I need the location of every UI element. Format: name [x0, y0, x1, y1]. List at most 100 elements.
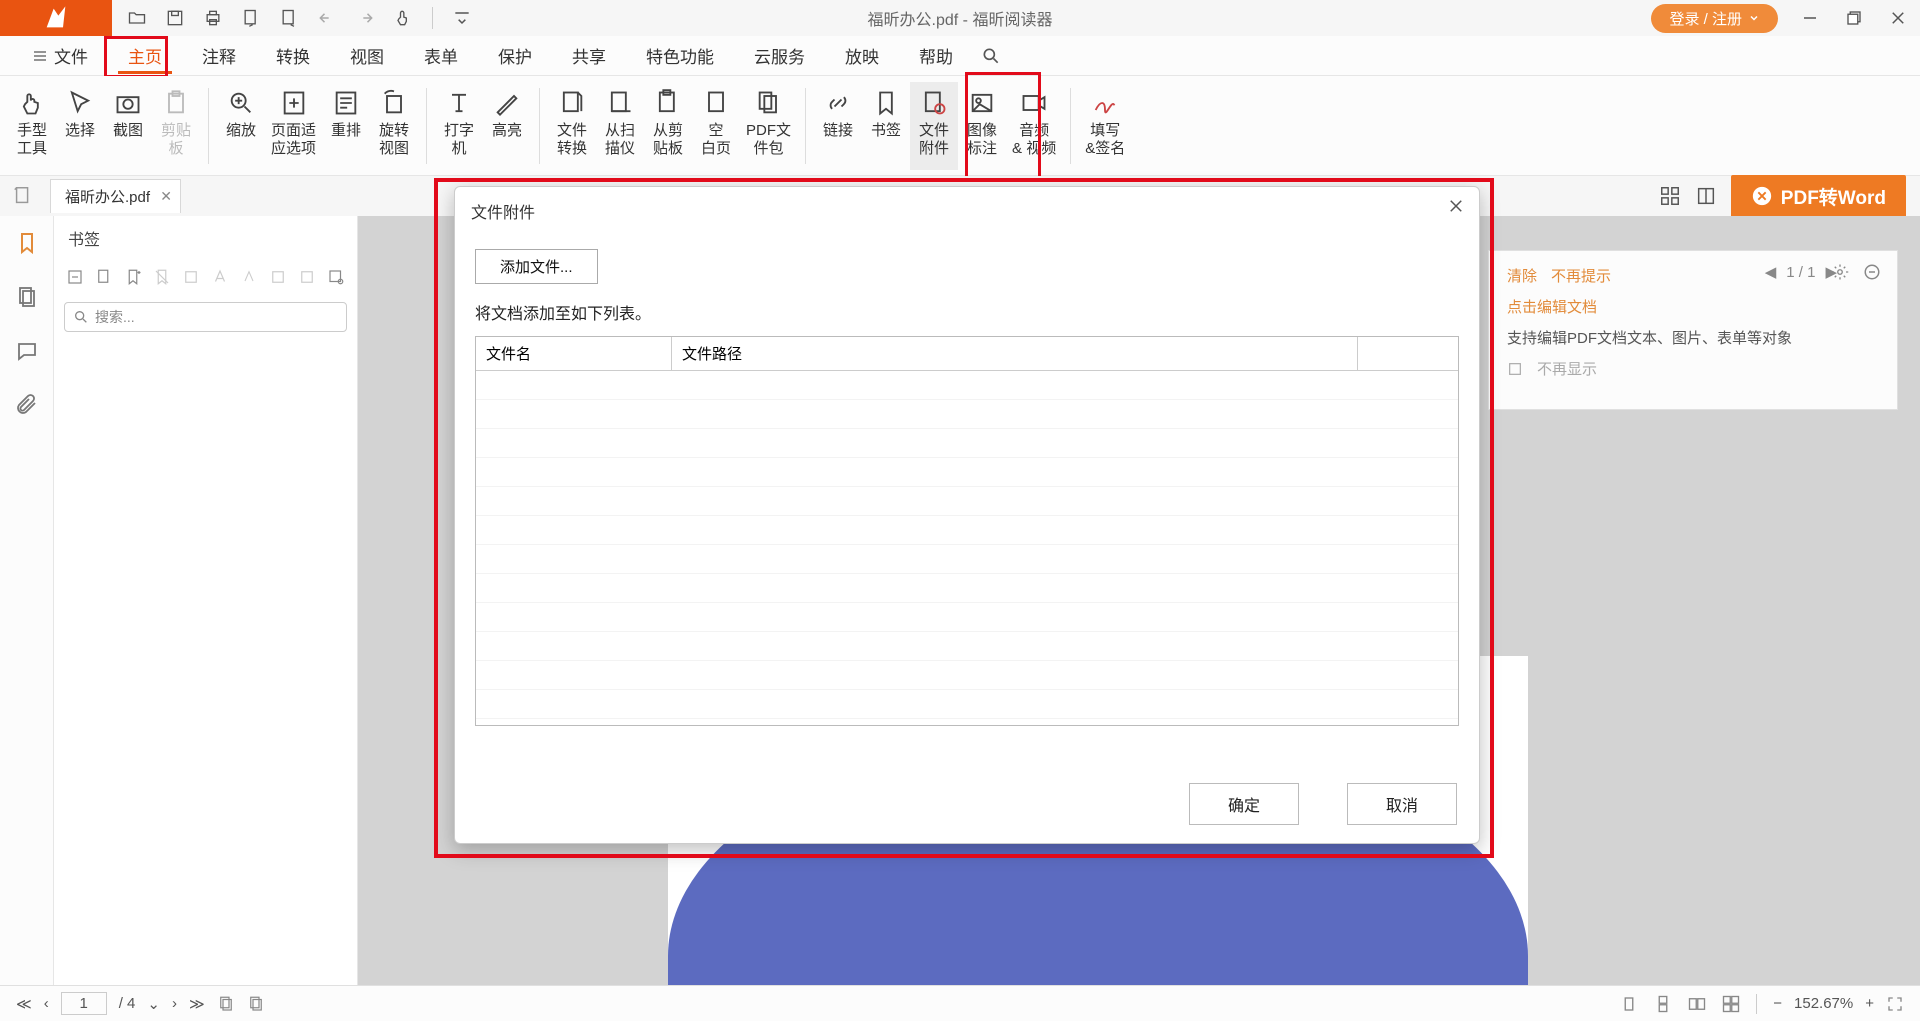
menu-search-button[interactable]: [981, 46, 1001, 66]
view-grid-icon[interactable]: [1659, 185, 1681, 207]
rail-comment-icon[interactable]: [12, 336, 42, 366]
page-number-input[interactable]: 1: [61, 992, 107, 1015]
bm-collapse-icon[interactable]: [93, 264, 114, 290]
ribbon-image-annotation[interactable]: 图像 标注: [958, 82, 1006, 170]
ribbon-bookmark[interactable]: 书签: [862, 82, 910, 170]
first-page-icon[interactable]: ≪: [16, 995, 32, 1013]
app-logo[interactable]: [0, 0, 112, 36]
minimize-button[interactable]: [1798, 6, 1822, 30]
qat-dropdown-icon[interactable]: [449, 5, 475, 31]
fullscreen-icon[interactable]: [1886, 995, 1904, 1013]
menu-tab-view[interactable]: 视图: [330, 35, 404, 76]
bm-search-find-icon[interactable]: [326, 264, 347, 290]
login-button[interactable]: 登录 / 注册: [1651, 4, 1778, 33]
menu-tab-cloud[interactable]: 云服务: [734, 35, 825, 76]
cancel-button[interactable]: 取消: [1347, 783, 1457, 825]
view-continuous-icon[interactable]: [1654, 995, 1672, 1013]
ribbon-blank-page[interactable]: 空 白页: [692, 82, 740, 170]
last-page-icon[interactable]: ≫: [189, 995, 205, 1013]
view-facing-cont-icon[interactable]: [1722, 995, 1740, 1013]
copy-page-icon[interactable]: [217, 995, 235, 1013]
ribbon-fit-page[interactable]: 页面适 应选项: [265, 82, 322, 170]
bm-font-icon[interactable]: [209, 264, 230, 290]
ok-button[interactable]: 确定: [1189, 783, 1299, 825]
bm-delete-icon[interactable]: [151, 264, 172, 290]
page-next-icon[interactable]: [276, 5, 302, 31]
ribbon-highlight[interactable]: 高亮: [483, 82, 531, 170]
zoom-in-button[interactable]: +: [1865, 995, 1874, 1012]
redo-icon[interactable]: [352, 5, 378, 31]
maximize-button[interactable]: [1842, 6, 1866, 30]
close-tab-icon[interactable]: ✕: [160, 188, 172, 205]
rail-attachment-icon[interactable]: [12, 390, 42, 420]
add-file-button[interactable]: 添加文件...: [475, 249, 598, 284]
gear-icon[interactable]: [1831, 263, 1849, 281]
ribbon-rotate[interactable]: 旋转 视图: [370, 82, 418, 170]
table-body-empty: [476, 371, 1458, 721]
menu-tab-comment[interactable]: 注释: [182, 35, 256, 76]
ribbon-snapshot[interactable]: 截图: [104, 82, 152, 170]
ribbon-file-attachment[interactable]: 文件 附件: [910, 82, 958, 170]
ribbon-link[interactable]: 链接: [814, 82, 862, 170]
bm-tool8-icon[interactable]: [268, 264, 289, 290]
ribbon-pdf-portfolio[interactable]: PDF文 件包: [740, 82, 797, 170]
collapse-icon[interactable]: [1863, 263, 1881, 281]
ribbon-audio-video[interactable]: 音频 & 视频: [1006, 82, 1062, 170]
rail-pages-icon[interactable]: [12, 282, 42, 312]
ribbon-from-clipboard[interactable]: 从剪 贴板: [644, 82, 692, 170]
close-button[interactable]: [1886, 6, 1910, 30]
ribbon-fill-sign[interactable]: 填写 &签名: [1079, 82, 1131, 170]
ribbon-from-scanner[interactable]: 从扫 描仪: [596, 82, 644, 170]
next-page-icon[interactable]: ›: [172, 995, 177, 1012]
ribbon-clipboard[interactable]: 剪贴 板: [152, 82, 200, 170]
bookmark-search-input[interactable]: 搜索...: [64, 302, 347, 332]
new-tab-icon[interactable]: [12, 185, 34, 207]
view-single-icon[interactable]: [1620, 995, 1638, 1013]
menu-tab-slideshow[interactable]: 放映: [825, 35, 899, 76]
touch-icon[interactable]: [390, 5, 416, 31]
zoom-level[interactable]: 152.67%: [1794, 995, 1853, 1012]
open-icon[interactable]: [124, 5, 150, 31]
col-filename[interactable]: 文件名: [476, 337, 672, 370]
menu-tab-home[interactable]: 主页: [108, 35, 182, 76]
bm-tool9-icon[interactable]: [297, 264, 318, 290]
view-facing-icon[interactable]: [1688, 995, 1706, 1013]
notification-dont-prompt-link[interactable]: 不再提示: [1551, 265, 1611, 286]
zoom-out-button[interactable]: −: [1773, 995, 1782, 1012]
menu-tab-convert[interactable]: 转换: [256, 35, 330, 76]
file-list-table[interactable]: 文件名 文件路径: [475, 336, 1459, 726]
ribbon-typewriter[interactable]: 打字 机: [435, 82, 483, 170]
page-prev-icon[interactable]: [238, 5, 264, 31]
prev-icon[interactable]: ◀: [1765, 263, 1777, 281]
menu-tab-protect[interactable]: 保护: [478, 35, 552, 76]
bm-expand-icon[interactable]: [64, 264, 85, 290]
menu-file[interactable]: 文件: [12, 35, 108, 76]
dialog-close-button[interactable]: [1447, 197, 1465, 215]
menu-tab-features[interactable]: 特色功能: [626, 35, 734, 76]
ribbon-hand-tool[interactable]: 手型 工具: [8, 82, 56, 170]
bm-tool5-icon[interactable]: [180, 264, 201, 290]
print-icon[interactable]: [200, 5, 226, 31]
view-reader-icon[interactable]: [1695, 185, 1717, 207]
page-dropdown-icon[interactable]: ⌄: [147, 995, 160, 1013]
bm-font-smaller-icon[interactable]: [239, 264, 260, 290]
ribbon-zoom[interactable]: 缩放: [217, 82, 265, 170]
document-tab[interactable]: 福昕办公.pdf ✕: [50, 179, 181, 213]
copy-page2-icon[interactable]: [247, 995, 265, 1013]
checkbox-icon[interactable]: [1507, 361, 1523, 377]
edit-doc-link[interactable]: 点击编辑文档: [1507, 296, 1597, 317]
ribbon-file-convert[interactable]: 文件 转换: [548, 82, 596, 170]
menu-tab-share[interactable]: 共享: [552, 35, 626, 76]
pdf-to-word-button[interactable]: PDF转Word: [1731, 175, 1906, 218]
undo-icon[interactable]: [314, 5, 340, 31]
notification-clear-link[interactable]: 清除: [1507, 265, 1537, 286]
rail-bookmark-icon[interactable]: [12, 228, 42, 258]
save-icon[interactable]: [162, 5, 188, 31]
ribbon-select[interactable]: 选择: [56, 82, 104, 170]
prev-page-icon[interactable]: ‹: [44, 995, 49, 1012]
ribbon-reflow[interactable]: 重排: [322, 82, 370, 170]
col-filepath[interactable]: 文件路径: [672, 337, 1358, 370]
bm-add-icon[interactable]: [122, 264, 143, 290]
menu-tab-help[interactable]: 帮助: [899, 35, 973, 76]
menu-tab-form[interactable]: 表单: [404, 35, 478, 76]
